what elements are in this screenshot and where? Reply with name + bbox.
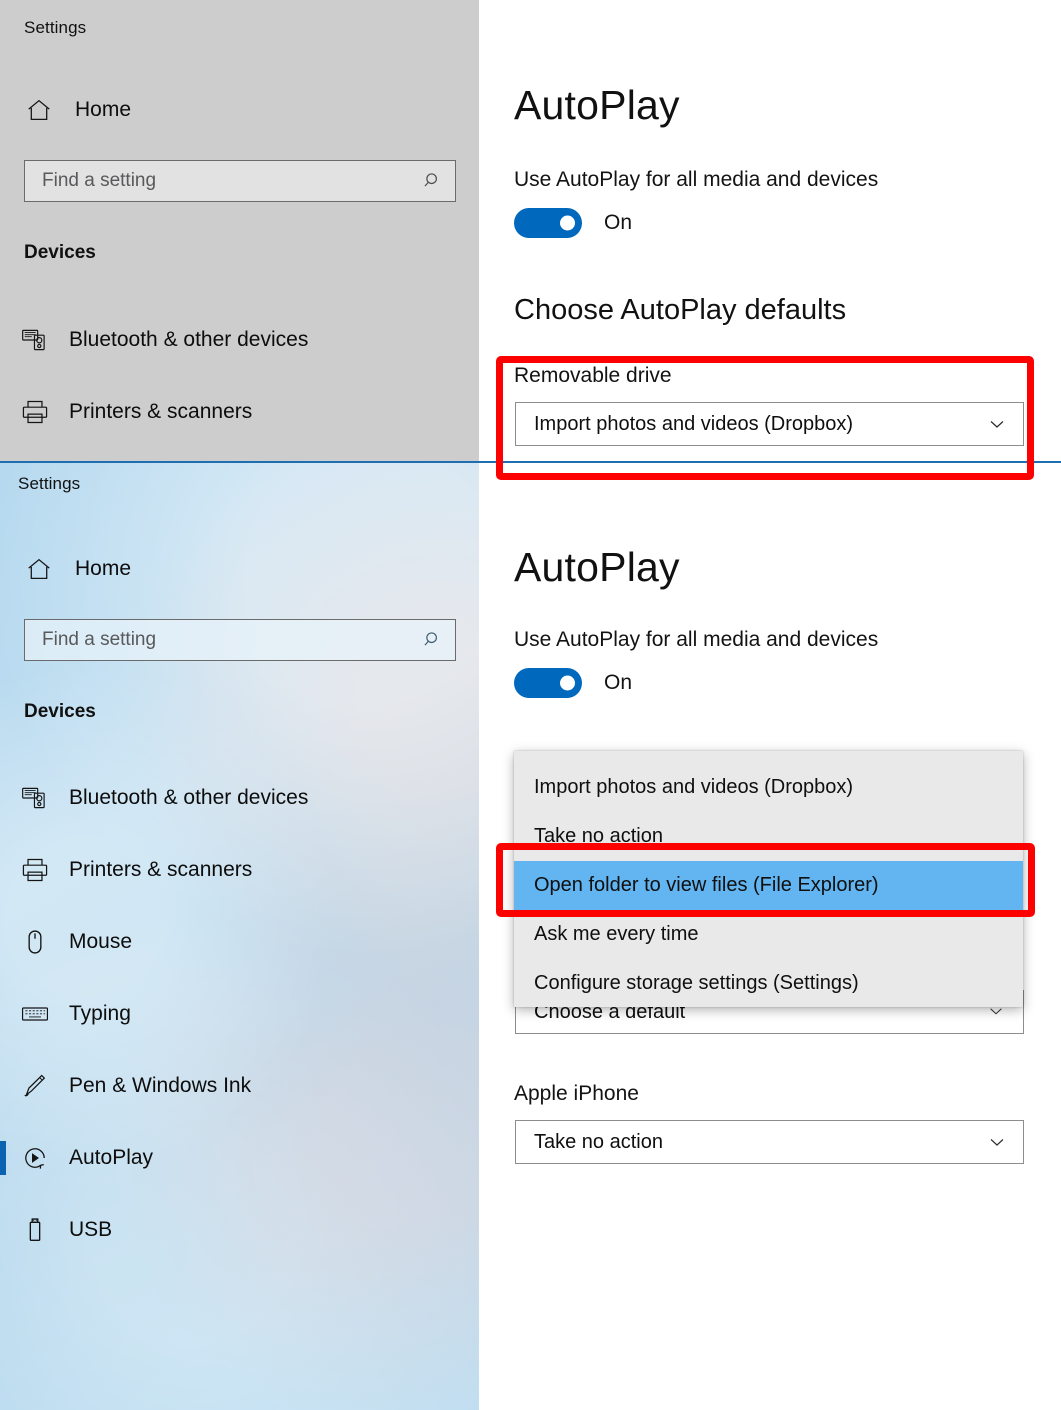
sidebar-item-label: Pen & Windows Ink	[69, 1074, 252, 1097]
sidebar-item-pen-windows-ink[interactable]: Pen & Windows Ink	[0, 1063, 460, 1109]
toggle-knob	[560, 675, 575, 691]
page-title: AutoPlay	[514, 82, 680, 128]
search-icon	[422, 170, 444, 192]
sidebar-item-bluetooth-other-devices[interactable]: Bluetooth & other devices	[0, 775, 460, 821]
search-input[interactable]: Find a setting	[24, 619, 456, 661]
app-title: Settings	[24, 18, 87, 37]
sidebar-item-bluetooth-other-devices[interactable]: Bluetooth & other devices	[0, 317, 460, 363]
mouse-icon	[18, 925, 52, 959]
sidebar-item-printers-scanners[interactable]: Printers & scanners	[0, 389, 460, 435]
apple-iphone-combobox[interactable]: Take no action	[515, 1120, 1024, 1164]
section-title-choose-defaults: Choose AutoPlay defaults	[514, 294, 847, 326]
home-icon	[24, 95, 54, 125]
chevron-down-icon	[987, 1132, 1007, 1152]
autoplay-icon	[18, 1141, 52, 1175]
dropdown-option[interactable]: Configure storage settings (Settings)	[514, 959, 1023, 1008]
autoplay-toggle[interactable]	[514, 208, 582, 238]
settings-sidebar-top: Settings Home Find a setting Devices Blu…	[0, 0, 479, 462]
sidebar-item-label: AutoPlay	[69, 1146, 154, 1169]
sidebar-item-printers-scanners[interactable]: Printers & scanners	[0, 847, 460, 893]
apple-iphone-value: Take no action	[534, 1130, 663, 1153]
keyboard-icon	[18, 997, 52, 1031]
autoplay-toggle-state: On	[604, 671, 633, 694]
bluetooth-devices-icon	[18, 323, 52, 357]
settings-sidebar-bottom: Settings Home Find a setting Devices Blu…	[0, 462, 479, 1410]
usb-icon	[18, 1213, 52, 1247]
sidebar-group-header: Devices	[24, 242, 96, 263]
removable-drive-highlight-box	[496, 356, 1034, 480]
home-icon	[24, 554, 54, 584]
dropdown-option[interactable]: Import photos and videos (Dropbox)	[514, 763, 1023, 812]
autoplay-toggle[interactable]	[514, 668, 582, 698]
dropdown-option-highlight-box	[496, 843, 1035, 917]
sidebar-item-label: Bluetooth & other devices	[69, 786, 309, 809]
dropdown-option[interactable]: Ask me every time	[514, 910, 1023, 959]
toggle-knob	[560, 215, 575, 231]
bluetooth-devices-icon	[18, 781, 52, 815]
autoplay-toggle-row: On	[514, 208, 632, 238]
printer-icon	[18, 853, 52, 887]
search-input[interactable]: Find a setting	[24, 160, 456, 202]
autoplay-toggle-label: Use AutoPlay for all media and devices	[514, 168, 879, 191]
sidebar-item-home-label: Home	[75, 557, 132, 580]
sidebar-item-home[interactable]: Home	[0, 90, 440, 130]
autoplay-toggle-state: On	[604, 211, 633, 234]
sidebar-item-label: Printers & scanners	[69, 858, 253, 881]
sidebar-item-typing[interactable]: Typing	[0, 991, 460, 1037]
apple-iphone-label: Apple iPhone	[514, 1082, 639, 1105]
sidebar-item-usb[interactable]: USB	[0, 1207, 460, 1253]
printer-icon	[18, 395, 52, 429]
search-icon	[422, 629, 444, 651]
sidebar-item-label: USB	[69, 1218, 113, 1241]
search-placeholder: Find a setting	[42, 629, 157, 650]
sidebar-item-home-label: Home	[75, 98, 132, 121]
page-title: AutoPlay	[514, 544, 680, 590]
autoplay-toggle-label: Use AutoPlay for all media and devices	[514, 628, 879, 651]
selected-indicator	[0, 1141, 6, 1175]
pen-icon	[18, 1069, 52, 1103]
app-title: Settings	[18, 474, 81, 493]
sidebar-item-home[interactable]: Home	[0, 549, 440, 589]
sidebar-group-header: Devices	[24, 701, 96, 722]
sidebar-item-label: Printers & scanners	[69, 400, 253, 423]
sidebar-item-autoplay[interactable]: AutoPlay	[0, 1135, 460, 1181]
sidebar-item-label: Bluetooth & other devices	[69, 328, 309, 351]
search-placeholder: Find a setting	[42, 170, 157, 191]
autoplay-toggle-row: On	[514, 668, 632, 698]
sidebar-item-mouse[interactable]: Mouse	[0, 919, 460, 965]
sidebar-item-label: Typing	[69, 1002, 131, 1025]
sidebar-item-label: Mouse	[69, 930, 133, 953]
screenshot-root: Settings Home Find a setting Devices Blu…	[0, 0, 1061, 1410]
